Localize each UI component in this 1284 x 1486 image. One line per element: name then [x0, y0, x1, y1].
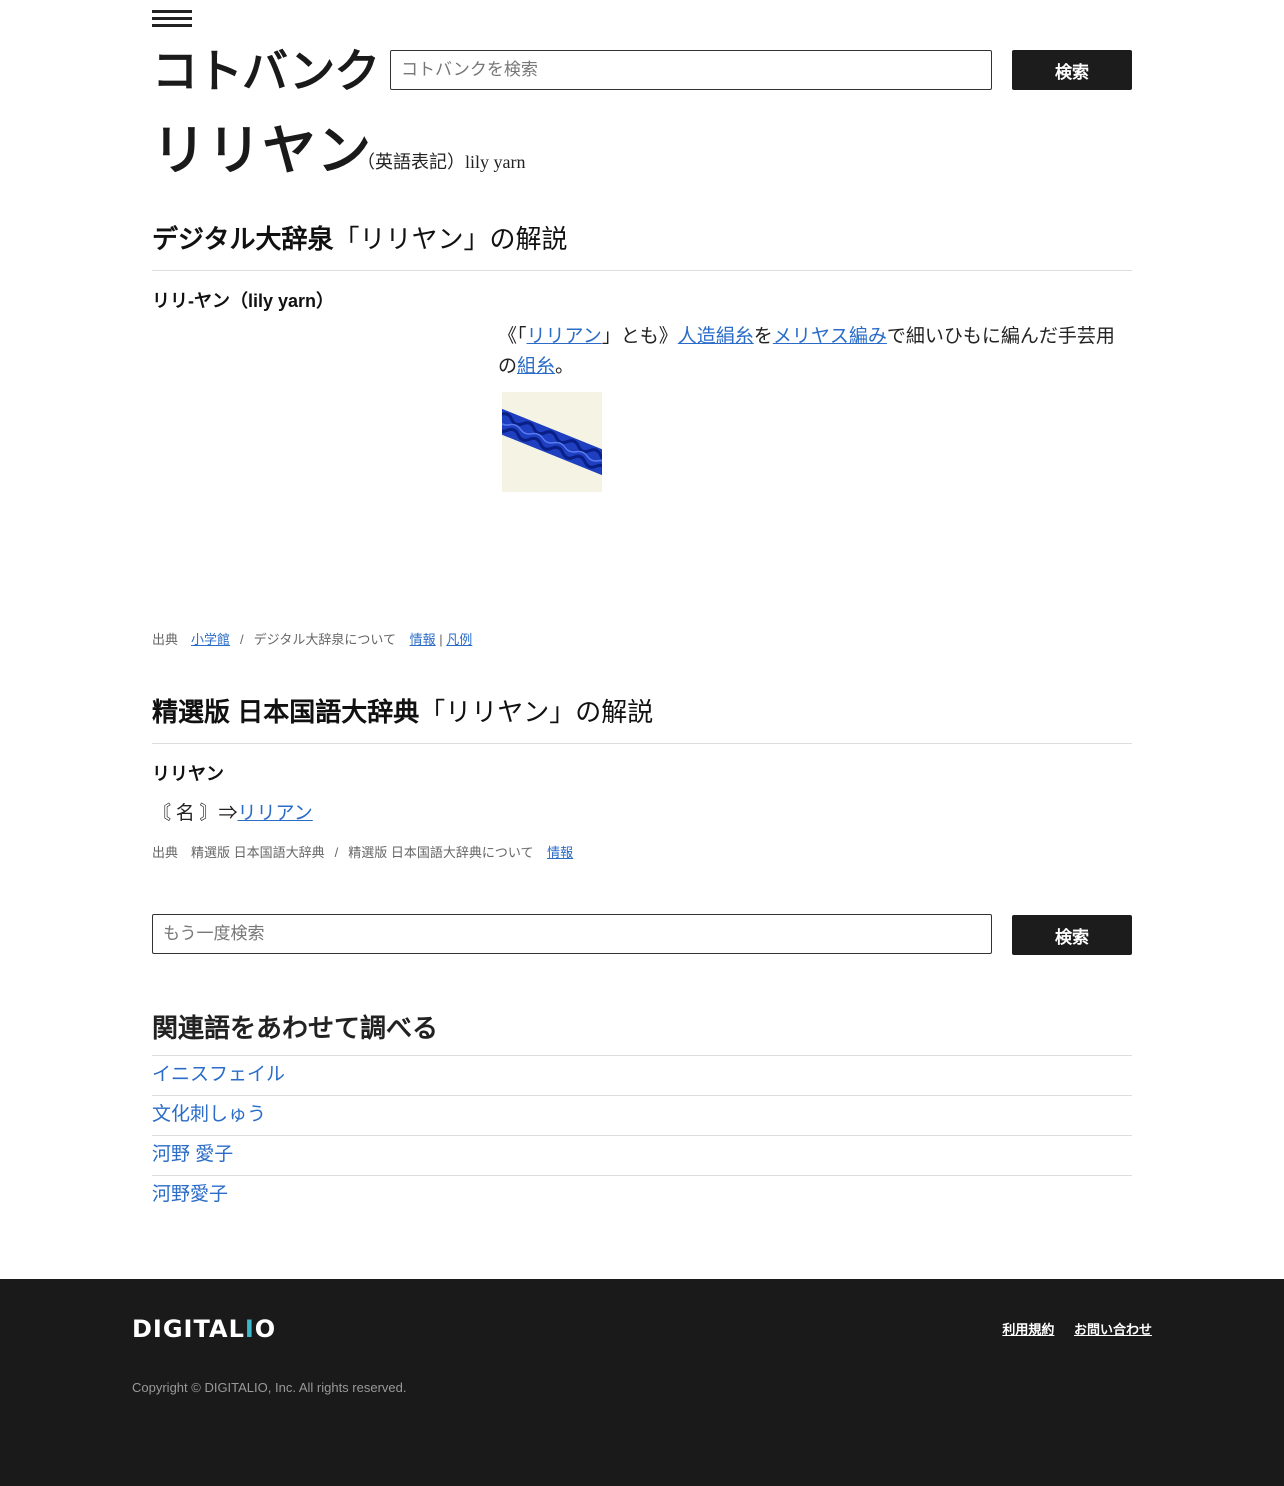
section-heading-nikkoku: 精選版 日本国語大辞典「リリヤン」の解説 — [152, 695, 1132, 744]
search-input[interactable] — [390, 50, 992, 90]
related-title: 関連語をあわせて調べる — [152, 1013, 439, 1043]
search-button[interactable]: 検索 — [1012, 50, 1132, 90]
related-link[interactable]: 河野愛子 — [152, 1184, 228, 1205]
heading-suffix: 「リリヤン」の解説 — [419, 698, 654, 727]
definition-text: 《「リリアン」とも》人造絹糸をメリヤス編みで細いひもに編んだ手芸用の組糸。 — [498, 322, 1132, 382]
related-link[interactable]: イニスフェイル — [152, 1064, 285, 1085]
copyright: Copyright © DIGITALIO, Inc. All rights r… — [132, 1380, 407, 1395]
logo-accent: I — [244, 1315, 255, 1343]
menu-icon[interactable] — [152, 10, 192, 32]
search-again-button[interactable]: 検索 — [1012, 915, 1132, 955]
pipe-separator: | — [439, 632, 443, 647]
contact-link[interactable]: お問い合わせ — [1074, 1322, 1152, 1337]
list-item: イニスフェイル — [152, 1055, 1132, 1095]
separator: / — [334, 845, 339, 860]
entry-headword: リリ-ヤン（lily yarn） — [152, 291, 335, 311]
footer-logo[interactable]: DIGITALIO — [132, 1315, 276, 1343]
separator: / — [240, 632, 244, 647]
link-ririan[interactable]: リリアン — [238, 803, 313, 824]
link-ririan[interactable]: リリアン — [527, 326, 602, 347]
about-dictionary: デジタル大辞泉について — [253, 632, 397, 647]
site-logo[interactable]: コトバンク — [152, 46, 380, 96]
publisher-link[interactable]: 小学館 — [191, 632, 230, 647]
arrow-glyph: ⇒ — [218, 803, 238, 824]
source-label: 出典 — [152, 632, 179, 647]
definition-fragment: 《「 — [498, 326, 527, 347]
related-link[interactable]: 河野 愛子 — [152, 1144, 233, 1165]
related-link[interactable]: 文化刺しゅう — [152, 1104, 266, 1125]
publisher-name: 精選版 日本国語大辞典 — [191, 845, 325, 860]
definition-fragment: 。 — [555, 356, 575, 377]
source-nikkoku: 出典 精選版 日本国語大辞典 / 精選版 日本国語大辞典について 情報 — [152, 842, 573, 861]
section-heading-daijisen: デジタル大辞泉「リリヤン」の解説 — [152, 222, 1132, 271]
link-jinzo-kenshi[interactable]: 人造絹糸 — [678, 326, 754, 347]
about-dictionary: 精選版 日本国語大辞典について — [348, 845, 534, 860]
info-link[interactable]: 情報 — [547, 845, 573, 860]
footer-links: 利用規約 お問い合わせ — [986, 1319, 1152, 1338]
definition-fragment: を — [753, 326, 773, 347]
list-item: 文化刺しゅう — [152, 1095, 1132, 1135]
terms-link[interactable]: 利用規約 — [1002, 1322, 1054, 1337]
source-daijisen: 出典 小学館 / デジタル大辞泉について 情報 | 凡例 — [152, 629, 472, 648]
heading-suffix: 「リリヤン」の解説 — [333, 225, 568, 254]
legend-link[interactable]: 凡例 — [446, 632, 472, 647]
part-of-speech: 〘 名 〙 — [152, 803, 219, 824]
related-list: イニスフェイル 文化刺しゅう 河野 愛子 河野愛子 — [152, 1055, 1132, 1215]
list-item: 河野 愛子 — [152, 1135, 1132, 1175]
entry-headword: リリヤン — [152, 764, 224, 784]
source-label: 出典 — [152, 845, 179, 860]
link-meriyasu-ami[interactable]: メリヤス編み — [773, 326, 887, 347]
link-kumiito[interactable]: 組糸 — [517, 356, 555, 377]
dictionary-name: 精選版 日本国語大辞典 — [152, 697, 420, 727]
footer: DIGITALIO 利用規約 お問い合わせ Copyright © DIGITA… — [0, 1279, 1284, 1486]
dictionary-name: デジタル大辞泉 — [152, 224, 334, 254]
lily-yarn-image[interactable] — [502, 392, 602, 492]
page-title: リリヤン — [152, 121, 372, 181]
info-link[interactable]: 情報 — [410, 632, 436, 647]
search-again-input[interactable] — [152, 914, 992, 954]
sense-definition: 〘 名 〙⇒リリアン — [152, 798, 313, 825]
logo-text: O — [254, 1315, 277, 1343]
logo-text: DIGITAL — [132, 1315, 245, 1343]
list-item: 河野愛子 — [152, 1175, 1132, 1215]
english-notation: （英語表記）lily yarn — [357, 152, 526, 172]
definition-fragment: 」とも》 — [601, 326, 678, 347]
